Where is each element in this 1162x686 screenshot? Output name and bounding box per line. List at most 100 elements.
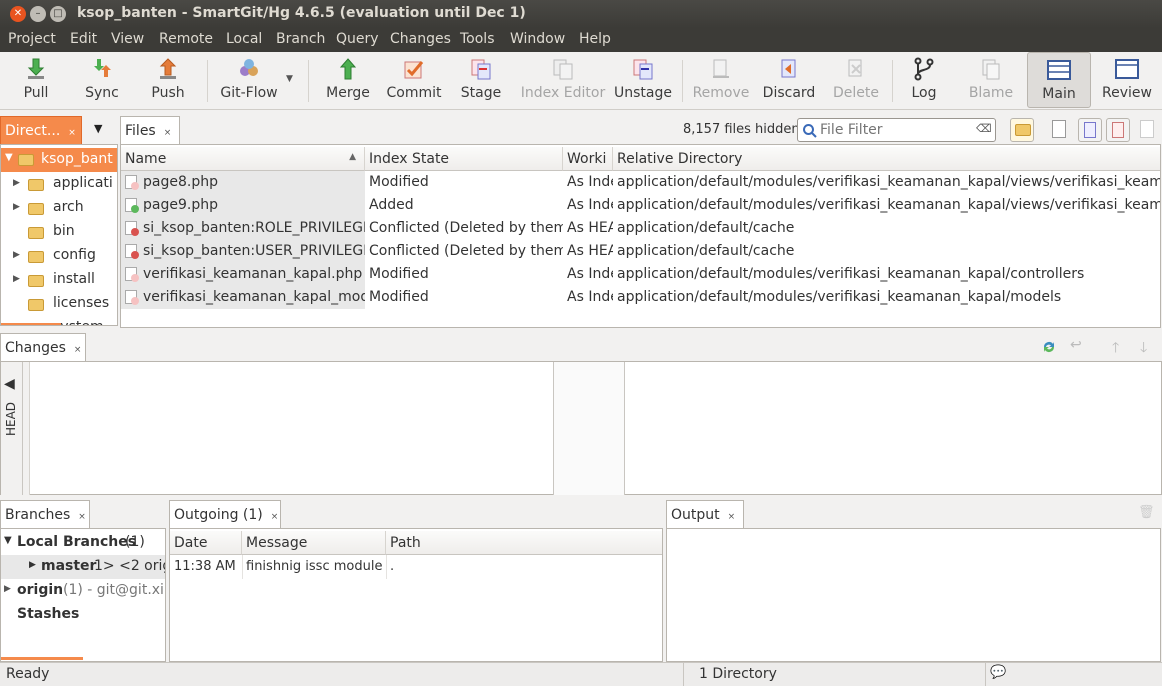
minimize-window-icon[interactable]: –: [30, 6, 46, 22]
tree-item[interactable]: licenses: [1, 293, 117, 317]
show-staged-button[interactable]: [1078, 118, 1102, 142]
sync-button[interactable]: Sync: [78, 52, 126, 108]
table-row[interactable]: page8.php Modified As Inde application/d…: [121, 171, 1160, 194]
maximize-window-icon[interactable]: □: [50, 6, 66, 22]
stashes-node[interactable]: Stashes: [1, 603, 165, 627]
delete-button[interactable]: Delete: [828, 52, 884, 108]
remove-button[interactable]: Remove: [692, 52, 750, 108]
close-tab-icon[interactable]: ×: [164, 128, 172, 138]
tree-item-label: licenses: [53, 295, 110, 311]
table-row[interactable]: page9.php Added As Inde application/defa…: [121, 194, 1160, 217]
discard-button[interactable]: Discard: [760, 52, 818, 108]
next-change-icon[interactable]: 🡓: [1140, 337, 1147, 361]
tab-changes[interactable]: Changes ×: [0, 333, 86, 361]
tree-root-row[interactable]: ▼ ksop_bant: [1, 148, 117, 172]
tree-item[interactable]: ▶ install: [1, 269, 117, 293]
close-tab-icon[interactable]: ×: [78, 512, 86, 522]
diff-connector: [553, 362, 625, 495]
commit-button[interactable]: Commit: [384, 52, 444, 108]
expand-arrow-icon[interactable]: ▼: [5, 152, 13, 163]
index-editor-button[interactable]: Index Editor: [518, 52, 608, 108]
notification-icon[interactable]: 💬: [990, 665, 1006, 680]
log-button[interactable]: Log: [902, 52, 946, 108]
menu-view[interactable]: View: [111, 31, 144, 47]
table-row[interactable]: si_ksop_banten:ROLE_PRIVILEGE Conflicted…: [121, 217, 1160, 240]
close-tab-icon[interactable]: ×: [728, 512, 736, 522]
menu-window[interactable]: Window: [510, 31, 565, 47]
column-header-path[interactable]: Path: [386, 531, 662, 555]
directories-menu-chevron-down-icon[interactable]: ▼: [94, 122, 102, 135]
gitflow-dropdown-icon[interactable]: ▼: [286, 74, 293, 84]
expand-arrow-icon[interactable]: ▶: [13, 202, 20, 212]
column-header-relative-directory[interactable]: Relative Directory: [613, 147, 1160, 171]
show-unchanged-button[interactable]: [1010, 118, 1034, 142]
working-state: As HEA: [567, 243, 613, 259]
menu-query[interactable]: Query: [336, 31, 379, 47]
expand-arrow-icon[interactable]: ▶: [4, 584, 11, 594]
menu-help[interactable]: Help: [579, 31, 611, 47]
tab-directories[interactable]: Direct... ×: [0, 116, 82, 144]
clear-filter-icon[interactable]: ⌫: [976, 122, 992, 135]
menu-changes[interactable]: Changes: [390, 31, 451, 47]
close-tab-icon[interactable]: ×: [74, 345, 82, 355]
refresh-icon[interactable]: [1041, 339, 1057, 355]
push-button[interactable]: Push: [144, 52, 192, 108]
index-state: Added: [369, 197, 414, 213]
tab-files[interactable]: Files ×: [120, 116, 180, 144]
undo-icon[interactable]: ↩: [1070, 337, 1082, 353]
menu-project[interactable]: Project: [8, 31, 56, 47]
file-filter-field[interactable]: ⌫: [797, 118, 996, 142]
local-branches-node[interactable]: ▼ Local Branches (1): [1, 531, 165, 555]
table-row[interactable]: si_ksop_banten:USER_PRIVILEGE Conflicted…: [121, 240, 1160, 263]
close-tab-icon[interactable]: ×: [68, 128, 76, 138]
modified-file-icon: [125, 267, 139, 282]
tree-item[interactable]: ▶ arch: [1, 197, 117, 221]
gitflow-button[interactable]: Git-Flow: [216, 52, 282, 108]
menu-local[interactable]: Local: [226, 31, 262, 47]
tab-outgoing[interactable]: Outgoing (1) ×: [169, 500, 281, 528]
table-row[interactable]: verifikasi_keamanan_kapal.php Modified A…: [121, 263, 1160, 286]
menu-remote[interactable]: Remote: [159, 31, 213, 47]
column-header-date[interactable]: Date: [170, 531, 242, 555]
tree-item[interactable]: bin: [1, 221, 117, 245]
tab-branches[interactable]: Branches ×: [0, 500, 90, 528]
menu-branch[interactable]: Branch: [276, 31, 325, 47]
files-tab-label: Files: [125, 123, 156, 139]
column-header-name[interactable]: Name ▲: [121, 147, 365, 171]
column-header-message[interactable]: Message: [242, 531, 386, 555]
table-row[interactable]: 11:38 AM finishnig issc module .: [170, 556, 662, 579]
clear-output-icon[interactable]: 🗑: [1138, 505, 1155, 520]
expand-arrow-icon[interactable]: ▶: [13, 178, 20, 188]
file-filter-input[interactable]: [820, 121, 970, 139]
collapse-left-icon[interactable]: ◀: [4, 376, 15, 392]
expand-arrow-icon[interactable]: ▶: [13, 250, 20, 260]
table-row[interactable]: verifikasi_keamanan_kapal_mode Modified …: [121, 286, 1160, 309]
stage-button[interactable]: Stage: [456, 52, 506, 108]
close-tab-icon[interactable]: ×: [271, 512, 279, 522]
show-ignored-icon[interactable]: [1140, 120, 1154, 138]
expand-arrow-icon[interactable]: ▼: [4, 535, 12, 546]
menu-tools[interactable]: Tools: [460, 31, 495, 47]
column-header-index-state[interactable]: Index State: [365, 147, 563, 171]
discard-label: Discard: [762, 85, 816, 101]
tree-item[interactable]: ▶ applicati: [1, 173, 117, 197]
close-window-icon[interactable]: ✕: [10, 6, 26, 22]
menu-edit[interactable]: Edit: [70, 31, 97, 47]
blame-button[interactable]: Blame: [966, 52, 1016, 108]
expand-arrow-icon[interactable]: ▶: [13, 274, 20, 284]
show-files-icon[interactable]: [1052, 120, 1066, 138]
tab-output[interactable]: Output ×: [666, 500, 744, 528]
show-conflicted-button[interactable]: [1106, 118, 1130, 142]
pull-button[interactable]: Pull: [12, 52, 60, 108]
merge-button[interactable]: Merge: [322, 52, 374, 108]
branch-master[interactable]: ▶ master 1> <2 origin: [1, 555, 165, 579]
head-label: HEAD: [4, 401, 19, 437]
main-perspective-button[interactable]: Main: [1027, 52, 1091, 108]
tree-item[interactable]: ▶ config: [1, 245, 117, 269]
remote-origin-node[interactable]: ▶ origin (1) - git@git.xini: [1, 579, 165, 603]
unstage-button[interactable]: Unstage: [612, 52, 674, 108]
previous-change-icon[interactable]: 🡑: [1112, 337, 1119, 361]
review-perspective-button[interactable]: Review: [1098, 52, 1156, 108]
column-header-working[interactable]: Worki: [563, 147, 613, 171]
column-divider: [386, 555, 387, 579]
